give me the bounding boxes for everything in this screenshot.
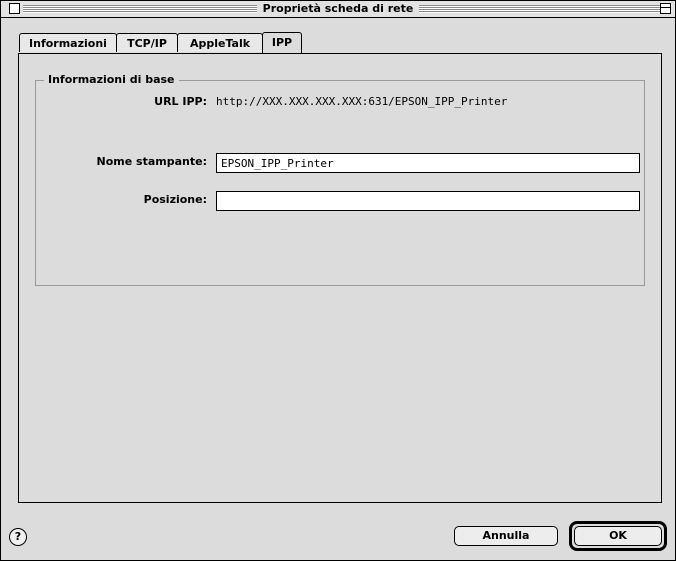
group-title: Informazioni di base (44, 73, 179, 86)
title-bar[interactable]: Proprietà scheda di rete (1, 1, 675, 18)
location-field[interactable] (216, 191, 640, 211)
ok-button[interactable]: OK (574, 526, 662, 546)
dialog-window: Proprietà scheda di rete Informazioni TC… (0, 0, 676, 561)
basic-info-group: Informazioni di base URL IPP: http://XXX… (35, 73, 645, 286)
url-ipp-value: http://XXX.XXX.XXX.XXX:631/EPSON_IPP_Pri… (216, 95, 508, 108)
window-title: Proprietà scheda di rete (256, 2, 420, 15)
tab-informazioni[interactable]: Informazioni (19, 33, 117, 52)
printer-name-label: Nome stampante: (96, 155, 207, 168)
tab-appletalk[interactable]: AppleTalk (177, 33, 263, 52)
help-button[interactable]: ? (9, 528, 27, 546)
cancel-button[interactable]: Annulla (454, 526, 558, 546)
location-label: Posizione: (143, 193, 207, 206)
url-ipp-label: URL IPP: (154, 95, 207, 108)
printer-name-field[interactable]: EPSON_IPP_Printer (216, 153, 640, 173)
tab-ipp[interactable]: IPP (262, 32, 302, 53)
tab-content-panel: Informazioni di base URL IPP: http://XXX… (18, 53, 662, 503)
tab-tcpip[interactable]: TCP/IP (116, 33, 178, 52)
